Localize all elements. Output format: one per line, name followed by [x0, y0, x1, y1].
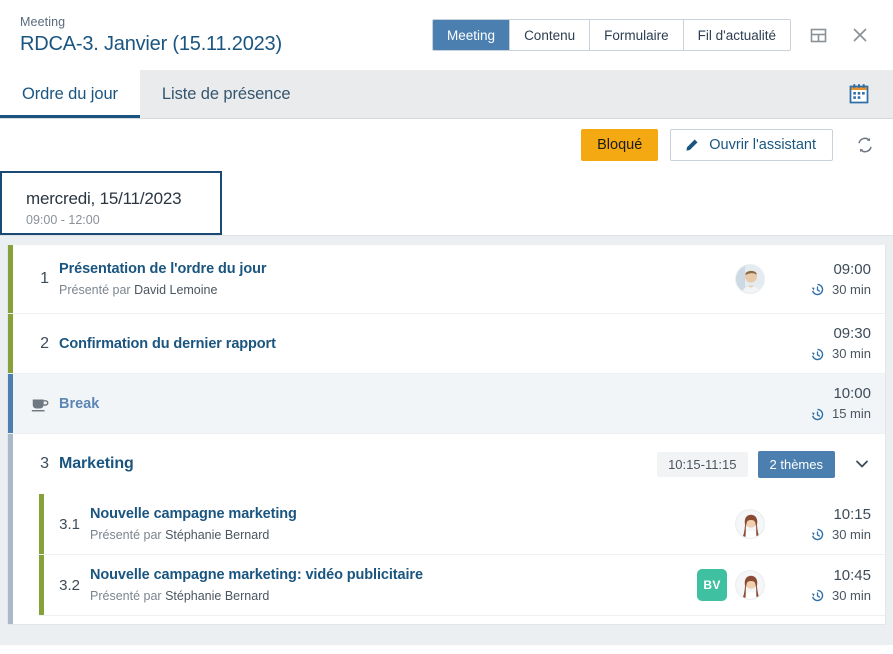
- agenda-subrow[interactable]: 3.2 Nouvelle campagne marketing: vidéo p…: [39, 555, 885, 616]
- row-title[interactable]: Présentation de l'ordre du jour: [59, 259, 727, 279]
- subtab-ordre-du-jour[interactable]: Ordre du jour: [0, 70, 140, 118]
- row-right: 10:00 15 min: [735, 383, 871, 424]
- agenda-subrow[interactable]: 3.1 Nouvelle campagne marketing Présenté…: [39, 494, 885, 555]
- open-assistant-label: Ouvrir l'assistant: [709, 137, 816, 153]
- day-card-title: mercredi, 15/11/2023: [26, 188, 182, 208]
- row-times: 10:00 15 min: [779, 383, 871, 424]
- agenda-break-row[interactable]: Break 10:00 15 min: [8, 374, 885, 434]
- open-assistant-button[interactable]: Ouvrir l'assistant: [670, 129, 833, 161]
- presented-by-prefix: Présenté par: [59, 283, 131, 297]
- presenter-name: David Lemoine: [134, 283, 218, 297]
- duration-text: 15 min: [831, 406, 871, 421]
- break-label: Break: [59, 395, 100, 412]
- group-number: 3: [40, 455, 49, 472]
- agenda-row[interactable]: 1 Présentation de l'ordre du jour Présen…: [8, 245, 885, 314]
- duration-text: 30 min: [831, 346, 871, 361]
- row-presenter: Présenté par Stéphanie Bernard: [90, 587, 689, 605]
- agenda-toolbar: Bloqué Ouvrir l'assistant: [0, 119, 893, 171]
- row-title[interactable]: Nouvelle campagne marketing: [90, 504, 727, 524]
- history-clock-icon: [810, 347, 825, 362]
- row-start-time: 10:00: [833, 385, 871, 402]
- page-title: RDCA-3. Janvier (15.11.2023): [20, 33, 282, 55]
- row-times: 09:30 30 min: [779, 323, 871, 364]
- row-right: BV 10:45 30 min: [697, 565, 871, 606]
- calendar-icon[interactable]: [843, 79, 875, 109]
- row-times: 10:45 30 min: [779, 565, 871, 606]
- row-times: 10:15 30 min: [779, 504, 871, 545]
- tab-fil-actualite[interactable]: Fil d'actualité: [683, 20, 790, 50]
- close-icon[interactable]: [845, 20, 875, 50]
- header-tab-group: Meeting Contenu Formulaire Fil d'actuali…: [432, 19, 791, 51]
- subtab-liste-de-presence[interactable]: Liste de présence: [140, 70, 313, 118]
- meeting-app-window: Meeting RDCA-3. Janvier (15.11.2023) Mee…: [0, 0, 893, 654]
- coffee-cup-icon: [13, 394, 59, 414]
- group-count-badge[interactable]: 2 thèmes: [757, 450, 835, 478]
- tab-contenu[interactable]: Contenu: [510, 20, 591, 50]
- header-kicker: Meeting: [20, 15, 66, 29]
- avatar[interactable]: [735, 570, 765, 600]
- row-number: 1: [40, 270, 49, 287]
- sub-tab-actions: [843, 70, 893, 118]
- pencil-icon: [684, 138, 699, 153]
- agenda-group-children: 3.1 Nouvelle campagne marketing Présenté…: [8, 494, 885, 624]
- history-clock-icon: [810, 407, 825, 422]
- row-duration: 30 min: [810, 280, 871, 300]
- row-title[interactable]: Confirmation du dernier rapport: [59, 334, 727, 354]
- row-duration: 30 min: [810, 586, 871, 606]
- history-clock-icon: [810, 527, 825, 542]
- tab-formulaire[interactable]: Formulaire: [590, 20, 684, 50]
- row-presenter: Présenté par Stéphanie Bernard: [90, 526, 727, 544]
- duration-text: 30 min: [831, 281, 871, 297]
- group-time-badge: 10:15-11:15: [657, 451, 748, 477]
- agenda-area: 1 Présentation de l'ordre du jour Présen…: [0, 236, 893, 625]
- header-right: Meeting Contenu Formulaire Fil d'actuali…: [432, 19, 875, 51]
- row-start-time: 10:15: [833, 505, 871, 523]
- day-card-time: 09:00 - 12:00: [26, 212, 100, 227]
- presenter-name: Stéphanie Bernard: [165, 528, 270, 542]
- avatar[interactable]: [735, 509, 765, 539]
- blocked-button[interactable]: Bloqué: [581, 129, 659, 161]
- refresh-icon[interactable]: [851, 131, 879, 159]
- row-right: 09:00 30 min: [735, 259, 871, 300]
- row-right: 10:15 30 min: [735, 504, 871, 545]
- agenda-group-header[interactable]: 3 Marketing 10:15-11:15 2 thèmes: [8, 434, 885, 494]
- tab-meeting[interactable]: Meeting: [433, 20, 511, 50]
- row-duration: 30 min: [810, 525, 871, 545]
- agenda-panel: 1 Présentation de l'ordre du jour Présen…: [7, 245, 886, 625]
- row-start-time: 09:30: [833, 325, 871, 342]
- header-titles: Meeting RDCA-3. Janvier (15.11.2023): [20, 13, 282, 57]
- duration-text: 30 min: [831, 587, 871, 603]
- row-presenter: Présenté par David Lemoine: [59, 281, 727, 299]
- presenter-name: Stéphanie Bernard: [165, 589, 270, 603]
- initials-badge[interactable]: BV: [697, 569, 727, 601]
- row-duration: 15 min: [810, 404, 871, 424]
- row-number: 3.1: [59, 515, 80, 533]
- history-clock-icon: [810, 282, 825, 297]
- group-title[interactable]: Marketing: [59, 455, 649, 473]
- row-right: 09:30 30 min: [735, 323, 871, 364]
- row-duration: 30 min: [810, 344, 871, 364]
- chevron-down-icon[interactable]: [853, 455, 871, 473]
- presented-by-prefix: Présenté par: [90, 528, 162, 542]
- presented-by-prefix: Présenté par: [90, 589, 162, 603]
- day-strip: mercredi, 15/11/2023 09:00 - 12:00: [0, 171, 893, 236]
- group-right: 10:15-11:15 2 thèmes: [657, 450, 871, 478]
- panel-layout-icon[interactable]: [803, 20, 833, 50]
- row-start-time: 10:45: [833, 566, 871, 584]
- duration-text: 30 min: [831, 526, 871, 542]
- row-number: 3.2: [59, 576, 80, 594]
- sub-tab-bar: Ordre du jour Liste de présence: [0, 70, 893, 119]
- row-title[interactable]: Nouvelle campagne marketing: vidéo publi…: [90, 565, 689, 585]
- agenda-row[interactable]: 2 Confirmation du dernier rapport 09:30: [8, 314, 885, 374]
- avatar[interactable]: [735, 264, 765, 294]
- footer-gap: [0, 625, 893, 645]
- list-bottom-spacer: [39, 616, 885, 624]
- row-start-time: 09:00: [833, 260, 871, 278]
- day-card[interactable]: mercredi, 15/11/2023 09:00 - 12:00: [0, 171, 222, 235]
- history-clock-icon: [810, 588, 825, 603]
- app-header: Meeting RDCA-3. Janvier (15.11.2023) Mee…: [0, 0, 893, 70]
- row-number: 2: [40, 334, 49, 352]
- row-times: 09:00 30 min: [779, 259, 871, 300]
